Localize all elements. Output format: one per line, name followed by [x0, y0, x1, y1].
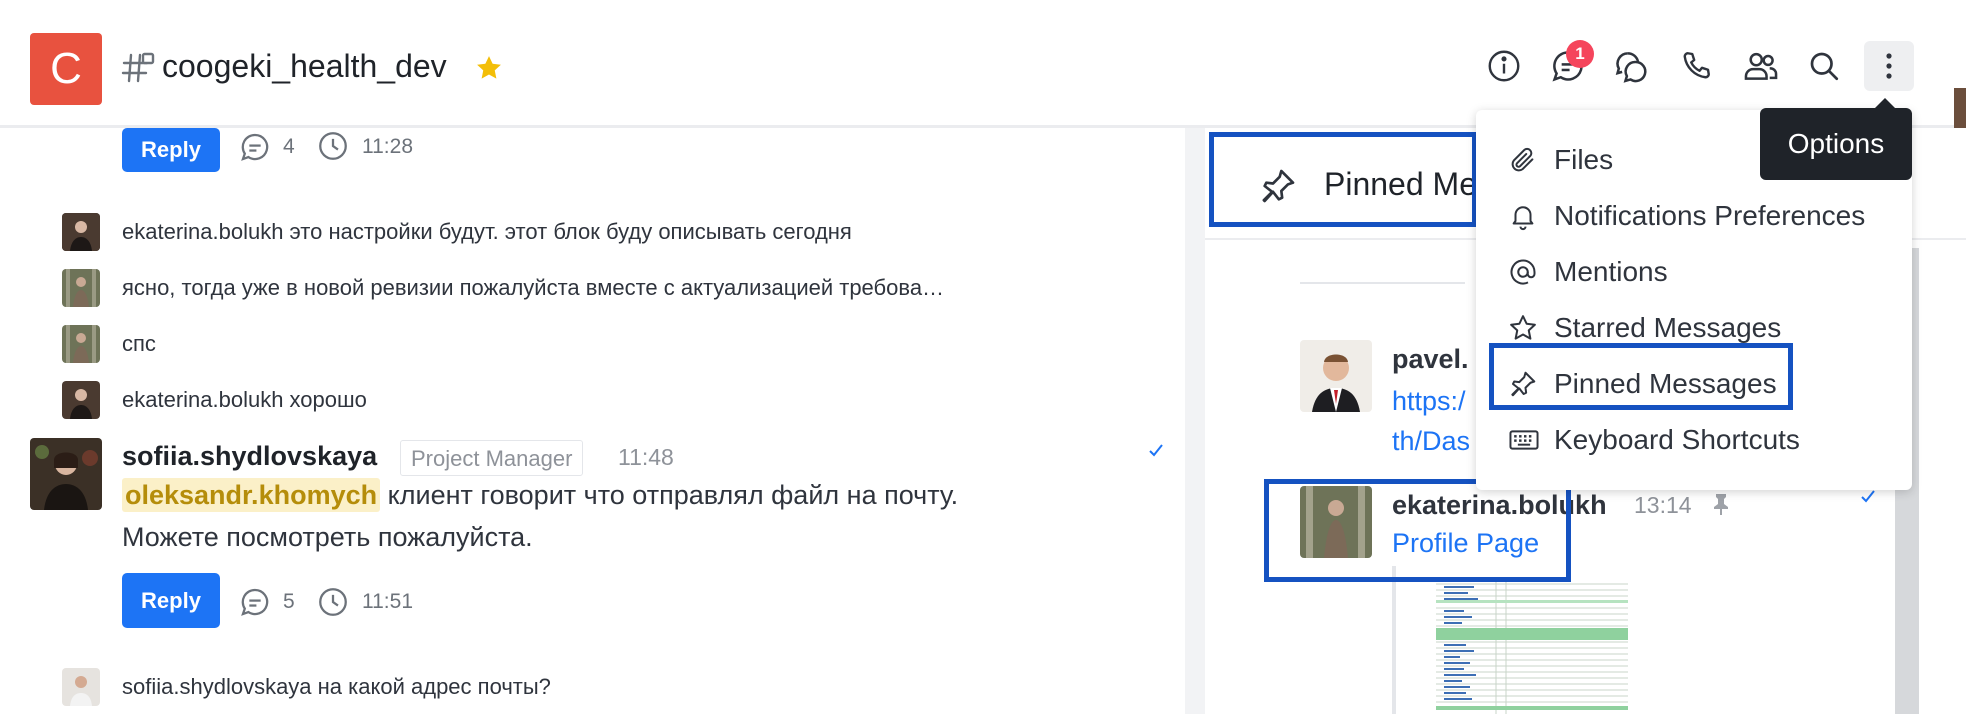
- threads-unread-badge: 1: [1566, 40, 1594, 68]
- message-text: Можете посмотреть пожалуйста.: [122, 522, 533, 552]
- window-edge: [1954, 88, 1966, 128]
- tooltip-arrow: [1875, 98, 1895, 108]
- highlight-box: [1489, 343, 1793, 410]
- private-channel-icon: [121, 51, 155, 85]
- options-tooltip: Options: [1760, 108, 1912, 180]
- clock-icon: [316, 129, 350, 163]
- avatar[interactable]: [62, 325, 100, 363]
- bell-icon: [1508, 201, 1538, 231]
- highlight-box: [1264, 479, 1571, 582]
- reply-button[interactable]: Reply: [122, 573, 220, 628]
- message-text: ekaterina.bolukh хорошо: [122, 387, 367, 412]
- star-icon: [1508, 313, 1538, 343]
- avatar[interactable]: [62, 269, 100, 307]
- discussion-icon[interactable]: [1611, 46, 1651, 86]
- reply-count: 4: [283, 135, 295, 158]
- menu-item-label: Keyboard Shortcuts: [1554, 424, 1800, 455]
- message-text: ekaterina.bolukh это настройки будут. эт…: [122, 219, 852, 244]
- message-username[interactable]: sofiia.shydlovskaya: [122, 441, 377, 472]
- avatar[interactable]: [62, 213, 100, 251]
- menu-item-label: Notifications Preferences: [1554, 200, 1866, 231]
- message-text: sofiia.shydlovskaya на какой адрес почты…: [122, 674, 551, 699]
- menu-item-notifications-preferences[interactable]: Notifications Preferences: [1476, 190, 1912, 242]
- highlight-box: [1209, 132, 1477, 227]
- reply-button[interactable]: Reply: [122, 128, 220, 172]
- menu-item-label: Files: [1554, 144, 1614, 175]
- room-header: C coogeki_health_dev 1: [0, 0, 1966, 128]
- menu-item-mentions[interactable]: Mentions: [1476, 246, 1912, 298]
- message-text: клиент говорит что отправлял файл на поч…: [380, 480, 959, 510]
- message-link[interactable]: th/Das: [1392, 426, 1470, 457]
- role-badge: Project Manager: [400, 440, 584, 476]
- avatar[interactable]: [1300, 340, 1372, 412]
- avatar[interactable]: [30, 438, 102, 510]
- menu-item-label: Starred Messages: [1554, 312, 1782, 343]
- clock-icon: [316, 585, 350, 619]
- message-time: 13:14: [1634, 492, 1692, 518]
- message-body: oleksandr.khomych клиент говорит что отп…: [122, 478, 959, 512]
- info-icon[interactable]: [1484, 46, 1524, 86]
- avatar[interactable]: [62, 381, 100, 419]
- avatar[interactable]: [62, 668, 100, 706]
- kebab-icon: [1885, 52, 1893, 80]
- thread-replies-icon: [238, 585, 272, 619]
- at-icon: [1508, 257, 1538, 287]
- pinned-marker-icon: [1710, 492, 1732, 516]
- message-text: ясно, тогда уже в новой ревизии пожалуйс…: [122, 275, 945, 300]
- divider: [1300, 282, 1465, 284]
- attachment-quote-bar: [1392, 566, 1396, 714]
- message-text: спс: [122, 331, 156, 356]
- favorite-star-icon[interactable]: [474, 53, 504, 83]
- panel-divider: [1185, 128, 1205, 714]
- room-name[interactable]: coogeki_health_dev: [162, 48, 447, 85]
- paperclip-icon: [1508, 145, 1538, 175]
- menu-item-label: Mentions: [1554, 256, 1668, 287]
- attachment-image[interactable]: [1436, 580, 1628, 714]
- message-link[interactable]: https:/: [1392, 386, 1466, 417]
- message-time[interactable]: 11:48: [618, 444, 674, 471]
- read-checkmark-icon: [1146, 440, 1166, 460]
- search-icon[interactable]: [1804, 46, 1844, 86]
- message-username[interactable]: pavel.: [1392, 344, 1469, 375]
- last-reply-time: 11:28: [362, 135, 413, 158]
- keyboard-icon: [1508, 425, 1539, 455]
- call-icon[interactable]: [1676, 46, 1716, 86]
- members-icon[interactable]: [1741, 46, 1781, 86]
- reply-count: 5: [283, 590, 295, 613]
- room-avatar[interactable]: C: [30, 33, 102, 105]
- thread-replies-icon: [238, 130, 272, 164]
- last-reply-time: 11:51: [362, 590, 413, 613]
- kebab-menu-button[interactable]: [1864, 41, 1914, 91]
- menu-item-keyboard-shortcuts[interactable]: Keyboard Shortcuts: [1476, 414, 1912, 466]
- user-mention[interactable]: oleksandr.khomych: [122, 478, 381, 512]
